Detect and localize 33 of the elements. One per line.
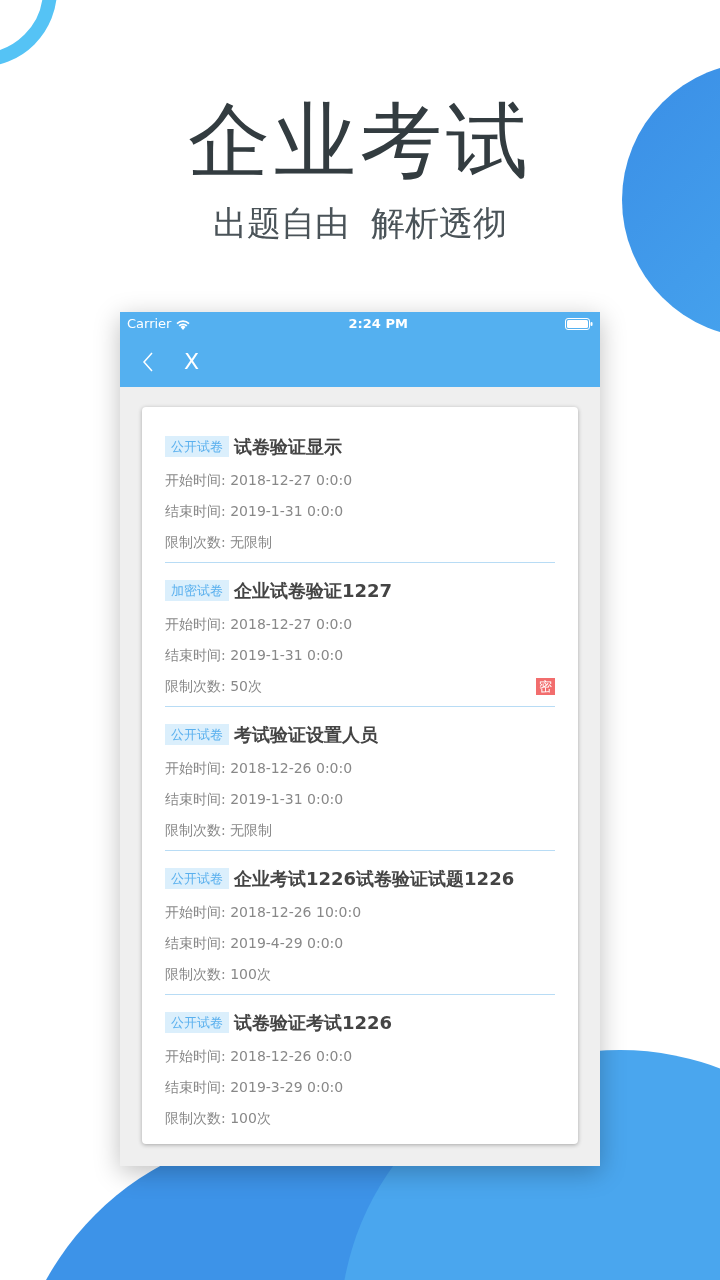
start-time: 开始时间: 2018-12-27 0:0:0: [165, 615, 354, 634]
exam-title[interactable]: 试卷验证考试1226: [234, 1009, 393, 1036]
exam-tag: 公开试卷: [165, 867, 229, 890]
end-time: 结束时间: 2019-4-29 0:0:0: [165, 934, 345, 953]
start-time: 开始时间: 2018-12-27 0:0:0: [165, 471, 354, 490]
end-time: 结束时间: 2019-1-31 0:0:0: [165, 502, 345, 521]
start-time: 开始时间: 2018-12-26 0:0:0: [165, 759, 354, 778]
exam-tag: 公开试卷: [165, 435, 229, 458]
exam-tag: 公开试卷: [165, 1011, 229, 1034]
exam-title[interactable]: 企业考试1226试卷验证试题1226: [234, 865, 515, 892]
status-time: 2:24 PM: [348, 315, 408, 334]
back-icon: [142, 351, 154, 372]
attempt-limit: 限制次数: 无限制: [165, 533, 273, 552]
end-time: 结束时间: 2019-1-31 0:0:0: [165, 646, 345, 665]
subheadline: 出题自由 解析透彻: [213, 206, 507, 240]
exam-tag: 加密试卷: [165, 579, 229, 602]
end-time: 结束时间: 2019-1-31 0:0:0: [165, 790, 345, 809]
end-time: 结束时间: 2019-3-29 0:0:0: [165, 1078, 345, 1097]
battery-icon: [565, 318, 593, 330]
start-time: 开始时间: 2018-12-26 10:0:0: [165, 903, 363, 922]
attempt-limit: 限制次数: 50次: [165, 677, 262, 696]
attempt-limit: 限制次数: 100次: [165, 965, 271, 984]
exam-title[interactable]: 试卷验证显示: [234, 433, 342, 460]
wifi-icon: [175, 318, 192, 330]
start-time: 开始时间: 2018-12-26 0:0:0: [165, 1047, 354, 1066]
exam-title[interactable]: 企业试卷验证1227: [234, 577, 393, 604]
attempt-limit: 限制次数: 无限制: [165, 821, 273, 840]
carrier-label: Carrier: [127, 315, 172, 334]
exam-tag: 公开试卷: [165, 723, 229, 746]
encrypted-badge: 密: [536, 677, 555, 695]
exam-title[interactable]: 考试验证设置人员: [234, 721, 378, 748]
attempt-limit: 限制次数: 100次: [165, 1109, 271, 1128]
headline: 企业考试: [188, 100, 532, 182]
